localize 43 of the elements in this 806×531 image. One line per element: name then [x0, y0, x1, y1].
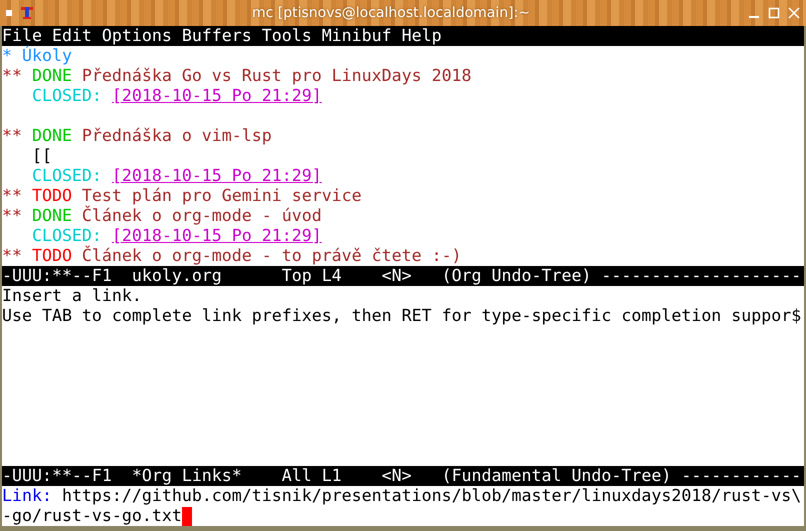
- heading-text: Přednáška Go vs Rust pro LinuxDays 2018: [82, 66, 472, 86]
- terminal-app-icon: [20, 6, 34, 20]
- minibuffer-prompt: Link:: [2, 486, 52, 506]
- heading-text: Úkoly: [22, 46, 72, 66]
- menu-item[interactable]: Help: [402, 26, 442, 46]
- property-label: CLOSED:: [32, 86, 102, 106]
- menu-item[interactable]: Minibuf: [322, 26, 392, 46]
- link-input[interactable]: -go/rust-vs-go.txt: [2, 506, 182, 526]
- menu-item[interactable]: Buffers: [182, 26, 252, 46]
- heading-text: Článek o org-mode - to právě čtete :-): [82, 246, 462, 266]
- text-cursor: [182, 506, 192, 526]
- todo-keyword: TODO: [32, 186, 72, 206]
- mode-line-text: -UUU:**--F1 *Org Links* All L1 <N> (Fundamental Undo-Tree) ------------: [2, 466, 802, 486]
- timestamp-link[interactable]: [2018-10-15 Po 21:29]: [112, 166, 322, 186]
- property-label: CLOSED:: [32, 166, 102, 186]
- done-keyword: DONE: [32, 66, 72, 86]
- close-icon[interactable]: [788, 7, 800, 19]
- heading-text: Článek o org-mode - úvod: [82, 206, 322, 226]
- maximize-icon[interactable]: [768, 7, 780, 19]
- link-input[interactable]: https://github.com/tisnik/presentations/blob/master/linuxdays2018/rust-vs\: [62, 486, 802, 506]
- menu-item[interactable]: Edit: [52, 26, 92, 46]
- timestamp-link[interactable]: [2018-10-15 Po 21:29]: [112, 226, 322, 246]
- body-text: [[: [32, 146, 52, 166]
- menu-item[interactable]: File: [2, 26, 42, 46]
- heading-stars: **: [2, 246, 22, 266]
- menu-item[interactable]: Tools: [262, 26, 312, 46]
- heading-text: Test plán pro Gemini service: [82, 186, 362, 206]
- window-title: mc [ptisnovs@localhost.localdomain]:~: [250, 5, 532, 21]
- timestamp-link[interactable]: [2018-10-15 Po 21:29]: [112, 86, 322, 106]
- heading-stars: *: [2, 46, 12, 66]
- heading-stars: **: [2, 66, 22, 86]
- mode-line-text: -UUU:**--F1 ukoly.org Top L4 <N> (Org Undo-Tree) --------------------: [2, 266, 802, 286]
- heading-stars: **: [2, 206, 22, 226]
- menu-item[interactable]: Options: [102, 26, 172, 46]
- done-keyword: DONE: [32, 206, 72, 226]
- help-text: Insert a link.: [2, 286, 142, 306]
- property-label: CLOSED:: [32, 226, 102, 246]
- heading-stars: **: [2, 186, 22, 206]
- done-keyword: DONE: [32, 126, 72, 146]
- heading-stars: **: [2, 126, 22, 146]
- todo-keyword: TODO: [32, 246, 72, 266]
- help-text: Use TAB to complete link prefixes, then RET for type-specific completion suppor$: [2, 306, 802, 326]
- heading-text: Přednáška o vim-lsp: [82, 126, 272, 146]
